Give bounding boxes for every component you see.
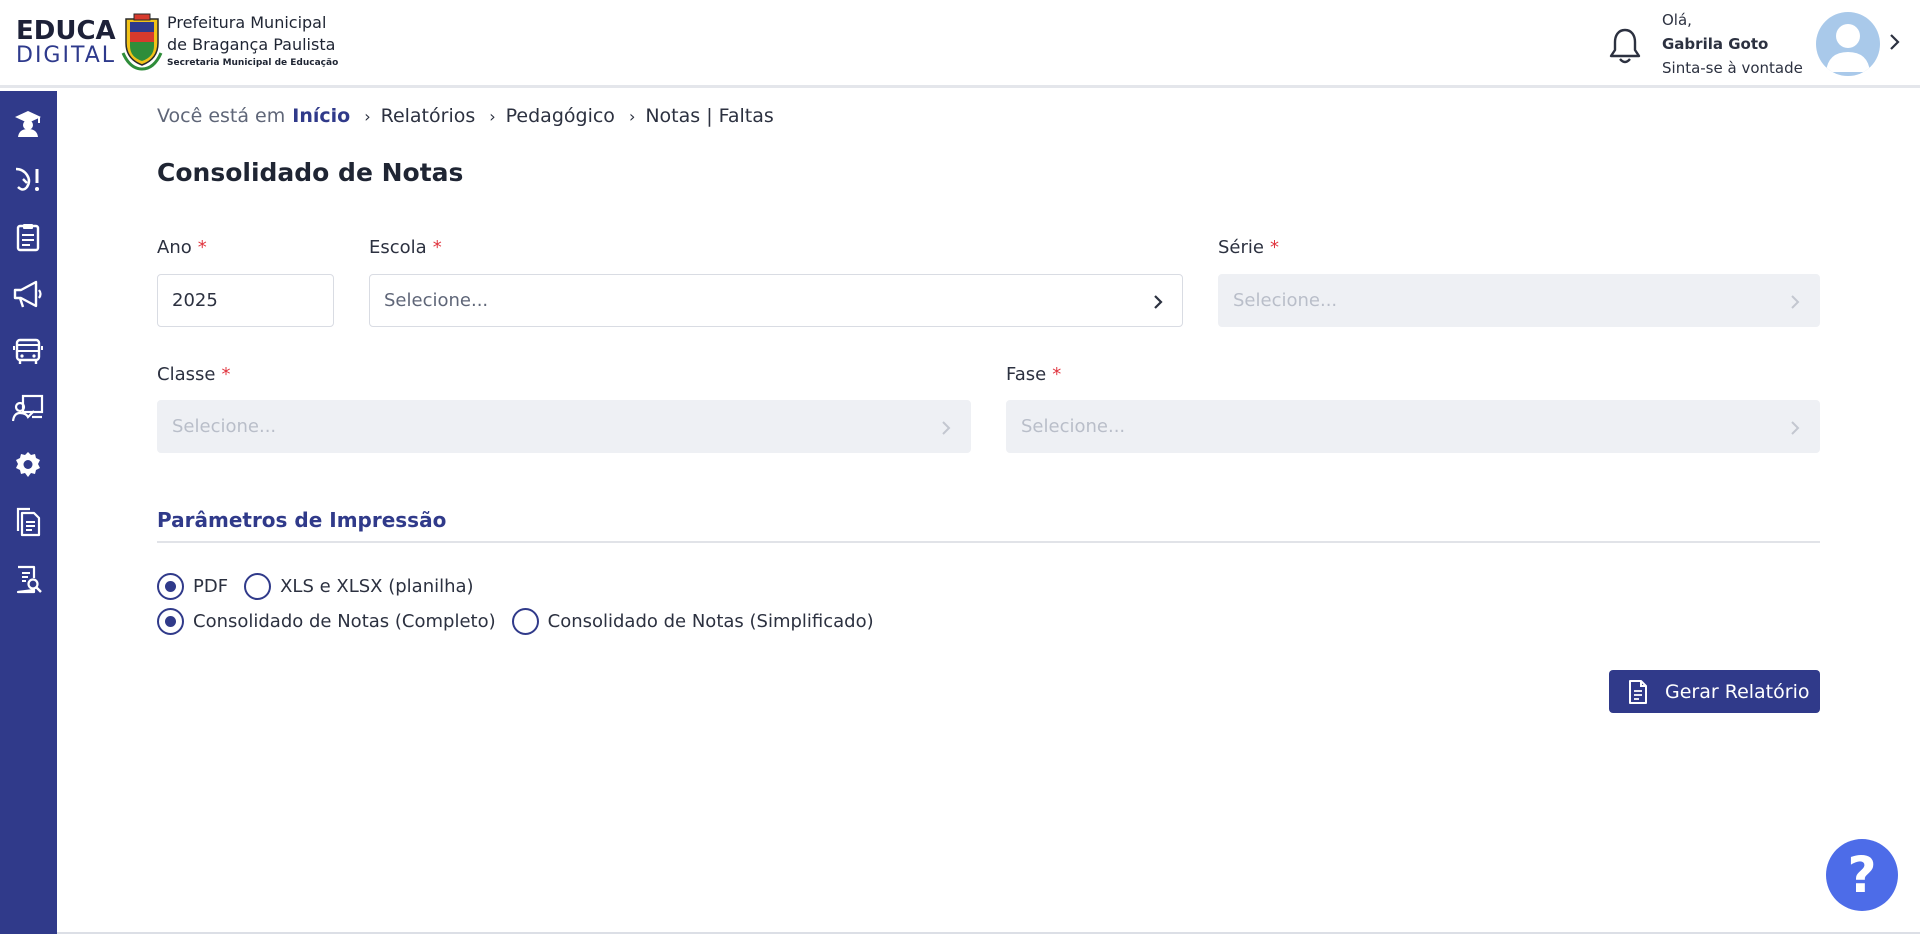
radio-option-simplificado[interactable]: Consolidado de Notas (Simplificado) xyxy=(511,607,874,635)
org-line-1: Prefeitura Municipal xyxy=(167,13,327,32)
breadcrumb-item-relatorios[interactable]: Relatórios xyxy=(381,105,476,127)
print-params-title: Parâmetros de Impressão xyxy=(157,508,447,532)
clipboard-icon[interactable] xyxy=(12,221,44,253)
fase-label-text: Fase xyxy=(1006,364,1047,385)
sidebar xyxy=(0,91,57,934)
radio-option-xls[interactable]: XLS e XLSX (planilha) xyxy=(244,572,474,600)
educa-digital-logo[interactable]: EDUCA DIGITAL xyxy=(16,16,117,68)
classe-label-text: Classe xyxy=(157,364,216,385)
megaphone-icon[interactable] xyxy=(12,278,44,310)
chevron-right-icon xyxy=(942,421,951,435)
teacher-board-icon[interactable] xyxy=(12,392,44,424)
bus-icon[interactable] xyxy=(12,335,44,367)
user-greeting: Olá, Gabrila Goto Sinta-se à vontade xyxy=(1662,8,1803,80)
radio-option-completo[interactable]: Consolidado de Notas (Completo) xyxy=(157,607,496,635)
avatar[interactable] xyxy=(1816,12,1880,76)
ano-label: Ano * xyxy=(157,237,207,258)
logo-line-1: EDUCA xyxy=(16,16,116,46)
serie-label: Série * xyxy=(1218,237,1279,258)
ano-input[interactable]: 2025 xyxy=(157,274,334,327)
breadcrumb-prefix: Você está em xyxy=(157,105,286,127)
radio-xls[interactable] xyxy=(244,572,272,600)
serie-select[interactable]: Selecione... xyxy=(1218,274,1820,327)
radio-label-pdf: PDF xyxy=(193,575,229,597)
escola-select[interactable]: Selecione... xyxy=(369,274,1183,327)
hand-alert-icon[interactable] xyxy=(12,164,44,196)
radio-label-completo: Consolidado de Notas (Completo) xyxy=(193,610,496,632)
radio-label-xls: XLS e XLSX (planilha) xyxy=(280,575,474,597)
org-line-3: Secretaria Municipal de Educação xyxy=(167,58,339,68)
required-marker: * xyxy=(1052,364,1062,385)
user-name: Gabrila Goto xyxy=(1662,35,1769,53)
page-title: Consolidado de Notas xyxy=(157,158,464,187)
org-line-2: de Bragança Paulista xyxy=(167,35,336,54)
document-icon xyxy=(1629,679,1647,704)
breadcrumb: Você está em Início › Relatórios › Pedag… xyxy=(157,103,774,129)
ano-label-text: Ano xyxy=(157,237,192,258)
ano-input-value: 2025 xyxy=(172,290,218,311)
help-button[interactable]: ? xyxy=(1826,839,1898,911)
help-question-icon: ? xyxy=(1847,846,1877,904)
radio-label-simplificado: Consolidado de Notas (Simplificado) xyxy=(547,610,874,632)
section-divider xyxy=(157,541,1820,543)
serie-label-text: Série xyxy=(1218,237,1264,258)
required-marker: * xyxy=(197,237,207,258)
radio-selected-dot xyxy=(165,615,176,627)
user-silhouette-icon xyxy=(1826,24,1870,72)
classe-select-placeholder: Selecione... xyxy=(172,416,277,437)
required-marker: * xyxy=(221,364,231,385)
escola-label: Escola * xyxy=(369,237,442,258)
escola-label-text: Escola xyxy=(369,237,427,258)
radio-completo[interactable] xyxy=(157,607,184,635)
notification-bell-icon[interactable] xyxy=(1607,26,1643,66)
chevron-right-icon xyxy=(1791,295,1800,309)
serie-select-placeholder: Selecione... xyxy=(1233,290,1338,311)
required-marker: * xyxy=(1269,237,1279,258)
graduate-icon[interactable] xyxy=(12,107,44,139)
breadcrumb-separator-icon: › xyxy=(364,106,371,126)
radio-pdf[interactable] xyxy=(157,572,184,600)
report-type-radio-group: Consolidado de Notas (Completo) Consolid… xyxy=(157,606,890,636)
fase-select-placeholder: Selecione... xyxy=(1021,416,1126,437)
breadcrumb-item-notas-faltas: Notas | Faltas xyxy=(645,105,774,127)
breadcrumb-separator-icon: › xyxy=(628,106,636,126)
user-menu-chevron-icon[interactable] xyxy=(1888,30,1902,54)
greeting-text: Olá, xyxy=(1662,11,1692,29)
generate-report-button[interactable]: Gerar Relatório xyxy=(1609,670,1820,713)
fase-select[interactable]: Selecione... xyxy=(1006,400,1820,453)
logo-line-2: DIGITAL xyxy=(16,43,117,68)
classe-label: Classe * xyxy=(157,364,230,385)
welcome-text: Sinta-se à vontade xyxy=(1662,59,1803,77)
municipal-crest-icon xyxy=(121,13,163,71)
radio-option-pdf[interactable]: PDF xyxy=(157,572,229,600)
escola-select-placeholder: Selecione... xyxy=(384,290,489,311)
breadcrumb-home-link[interactable]: Início xyxy=(292,105,350,127)
chevron-right-icon xyxy=(1154,295,1163,309)
documents-icon[interactable] xyxy=(12,506,44,538)
breadcrumb-item-pedagogico[interactable]: Pedagógico xyxy=(506,105,615,127)
gear-icon[interactable] xyxy=(12,449,44,481)
chevron-right-icon xyxy=(1791,421,1800,435)
format-radio-group: PDF XLS e XLSX (planilha) xyxy=(157,571,490,601)
organization-name: Prefeitura Municipal de Bragança Paulist… xyxy=(167,12,338,70)
generate-report-label: Gerar Relatório xyxy=(1665,680,1810,703)
required-marker: * xyxy=(432,237,442,258)
classe-select[interactable]: Selecione... xyxy=(157,400,971,453)
breadcrumb-separator-icon: › xyxy=(489,106,496,126)
report-search-icon[interactable] xyxy=(12,563,44,595)
radio-simplificado[interactable] xyxy=(511,607,539,635)
radio-selected-dot xyxy=(165,580,176,592)
fase-label: Fase * xyxy=(1006,364,1061,385)
top-header: EDUCA DIGITAL Prefeitura Municipal de Br… xyxy=(0,0,1920,88)
